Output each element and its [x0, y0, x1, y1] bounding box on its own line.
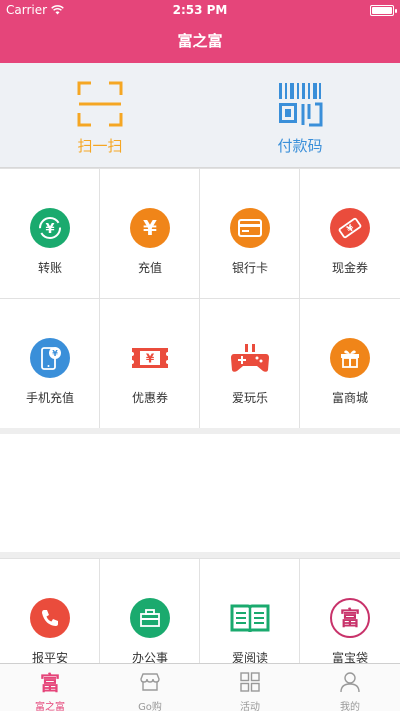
- grid-item-label: 手机充值: [25, 391, 74, 405]
- scan-icon: [77, 81, 123, 127]
- grid-item-recharge[interactable]: ¥ 充值: [100, 169, 200, 299]
- grid-item-label: 现金券: [331, 261, 368, 275]
- briefcase-icon: [130, 598, 170, 638]
- svg-text:富: 富: [40, 671, 60, 694]
- top-bar: Carrier 2:53 PM 富之富: [0, 0, 400, 63]
- transfer-icon: ¥: [30, 208, 70, 248]
- paycode-label: 付款码: [277, 137, 323, 155]
- phone-call-icon: [30, 598, 70, 638]
- grid-item-coupon[interactable]: ¥ 优惠券: [100, 299, 200, 429]
- tab-mine[interactable]: 我的: [300, 664, 400, 711]
- grid-item-label: 优惠券: [131, 391, 168, 405]
- tab-label: Go购: [138, 702, 162, 711]
- phone-recharge-icon: ¥: [30, 338, 70, 378]
- scan-label: 扫一扫: [77, 137, 123, 155]
- function-grid: ¥ 转账 ¥ 充值 银行卡 ¥ 现金券 ¥ 手机充值 ¥ 优惠券 爱玩乐 富商城: [0, 168, 400, 430]
- svg-text:¥: ¥: [345, 223, 356, 235]
- paycode-button[interactable]: 付款码: [250, 81, 350, 156]
- tab-label: 我的: [340, 702, 360, 711]
- tab-go-shop[interactable]: Go购: [100, 664, 200, 711]
- svg-text:¥: ¥: [146, 352, 155, 366]
- user-icon: [340, 672, 360, 693]
- bank-card-icon: [230, 208, 270, 248]
- svg-text:¥: ¥: [52, 349, 58, 358]
- grid-item-label: 银行卡: [231, 261, 268, 275]
- status-time: 2:53 PM: [172, 3, 228, 17]
- recharge-icon: ¥: [130, 208, 170, 248]
- gamepad-icon: [230, 338, 270, 378]
- gift-icon: [330, 338, 370, 378]
- grid-item-games[interactable]: 爱玩乐: [200, 299, 300, 429]
- grid-item-label: 爱玩乐: [231, 391, 268, 405]
- section-divider: [0, 428, 400, 434]
- grid-item-label: 充值: [137, 261, 162, 275]
- tab-label: 活动: [240, 702, 260, 711]
- svg-text:富: 富: [340, 606, 360, 630]
- tab-label: 富之富: [35, 702, 65, 711]
- services-grid: 报平安 办公事 爱阅读 富 富宝袋: [0, 558, 400, 689]
- fu-logo-icon: 富: [40, 671, 60, 694]
- grid-item-phone-recharge[interactable]: ¥ 手机充值: [0, 299, 100, 429]
- tab-activities[interactable]: 活动: [200, 664, 300, 711]
- paycode-icon: [279, 83, 323, 127]
- tab-bar: 富 富之富 Go购 活动 我的: [0, 663, 400, 711]
- quick-actions: 扫一扫 付款码: [0, 63, 400, 168]
- battery-icon: [370, 5, 397, 16]
- fu-bag-icon: 富: [330, 598, 370, 638]
- tab-home[interactable]: 富 富之富: [0, 664, 100, 711]
- shop-icon: [140, 673, 160, 691]
- grid-icon: [240, 672, 260, 692]
- grid-item-label: 转账: [37, 261, 62, 275]
- grid-item-transfer[interactable]: ¥ 转账: [0, 169, 100, 299]
- status-bar: Carrier 2:53 PM: [0, 0, 400, 22]
- svg-text:¥: ¥: [45, 222, 54, 237]
- page-title: 富之富: [177, 32, 223, 50]
- cash-coupon-icon: ¥: [330, 208, 370, 248]
- grid-item-label: 富商城: [331, 391, 368, 405]
- grid-item-cash-coupon[interactable]: ¥ 现金券: [300, 169, 400, 299]
- scan-button[interactable]: 扫一扫: [50, 81, 150, 156]
- grid-item-mall[interactable]: 富商城: [300, 299, 400, 429]
- coupon-icon: ¥: [130, 338, 170, 378]
- book-icon: [230, 598, 270, 638]
- grid-item-bank-card[interactable]: 银行卡: [200, 169, 300, 299]
